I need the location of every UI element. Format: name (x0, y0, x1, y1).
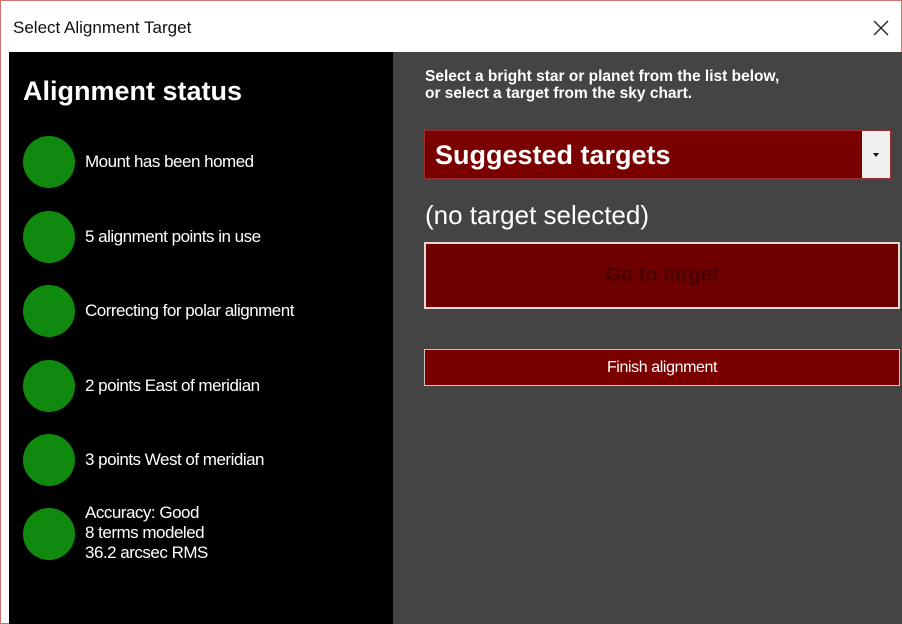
title-bar: Select Alignment Target (1, 1, 901, 52)
finish-alignment-button[interactable]: Finish alignment (424, 349, 900, 386)
target-panel: Select a bright star or planet from the … (393, 52, 902, 624)
status-label: Mount has been homed (85, 152, 254, 171)
status-label: Accuracy: Good 8 terms modeled 36.2 arcs… (85, 503, 208, 562)
status-label: 2 points East of meridian (85, 376, 260, 395)
target-select-value: Suggested targets (435, 140, 671, 170)
close-button[interactable] (861, 9, 901, 47)
selected-target-text: (no target selected) (425, 200, 650, 230)
status-indicator-icon (23, 360, 75, 412)
instructions-text: Select a bright star or planet from the … (425, 68, 895, 102)
status-indicator-icon (23, 136, 75, 188)
go-to-target-button[interactable]: Go to target (424, 242, 900, 309)
instructions-line: or select a target from the sky chart. (425, 85, 693, 102)
instructions-line: Select a bright star or planet from the … (425, 68, 780, 85)
alignment-status-panel: Alignment status Mount has been homed 5 … (9, 52, 393, 624)
status-label: 5 alignment points in use (85, 227, 261, 246)
status-heading: Alignment status (23, 76, 243, 106)
status-indicator-icon (23, 434, 75, 486)
status-indicator-icon (23, 508, 75, 560)
chevron-down-icon (873, 152, 879, 157)
status-indicator-icon (23, 211, 75, 263)
window-title: Select Alignment Target (13, 18, 192, 37)
status-label: 3 points West of meridian (85, 450, 265, 469)
status-indicator-icon (23, 285, 75, 337)
status-label: Correcting for polar alignment (85, 301, 294, 320)
dialog-window: Select Alignment Target Alignment status… (0, 0, 902, 624)
close-icon (873, 20, 889, 36)
target-select[interactable]: Suggested targets (424, 130, 891, 179)
dropdown-button[interactable] (862, 131, 890, 178)
